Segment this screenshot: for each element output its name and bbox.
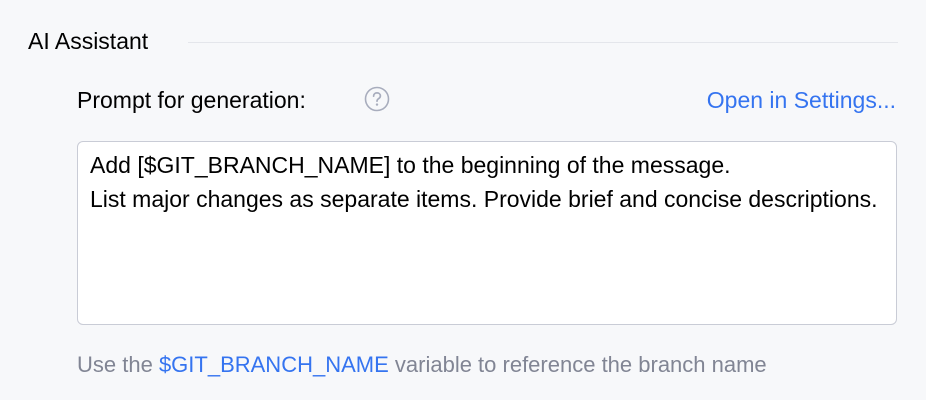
hint-variable: $GIT_BRANCH_NAME: [158, 352, 389, 377]
open-in-settings-link[interactable]: Open in Settings...: [707, 84, 896, 116]
question-circle-icon[interactable]: [364, 86, 390, 112]
section-title: AI Assistant: [28, 28, 149, 54]
hint-text: Use the $GIT_BRANCH_NAME variable to ref…: [77, 350, 767, 380]
hint-suffix: variable to reference the branch name: [388, 352, 767, 377]
section-divider: [188, 42, 898, 43]
prompt-textarea[interactable]: Add [$GIT_BRANCH_NAME] to the beginning …: [77, 141, 897, 325]
hint-prefix: Use the: [77, 352, 159, 377]
prompt-label: Prompt for generation:: [77, 87, 306, 113]
